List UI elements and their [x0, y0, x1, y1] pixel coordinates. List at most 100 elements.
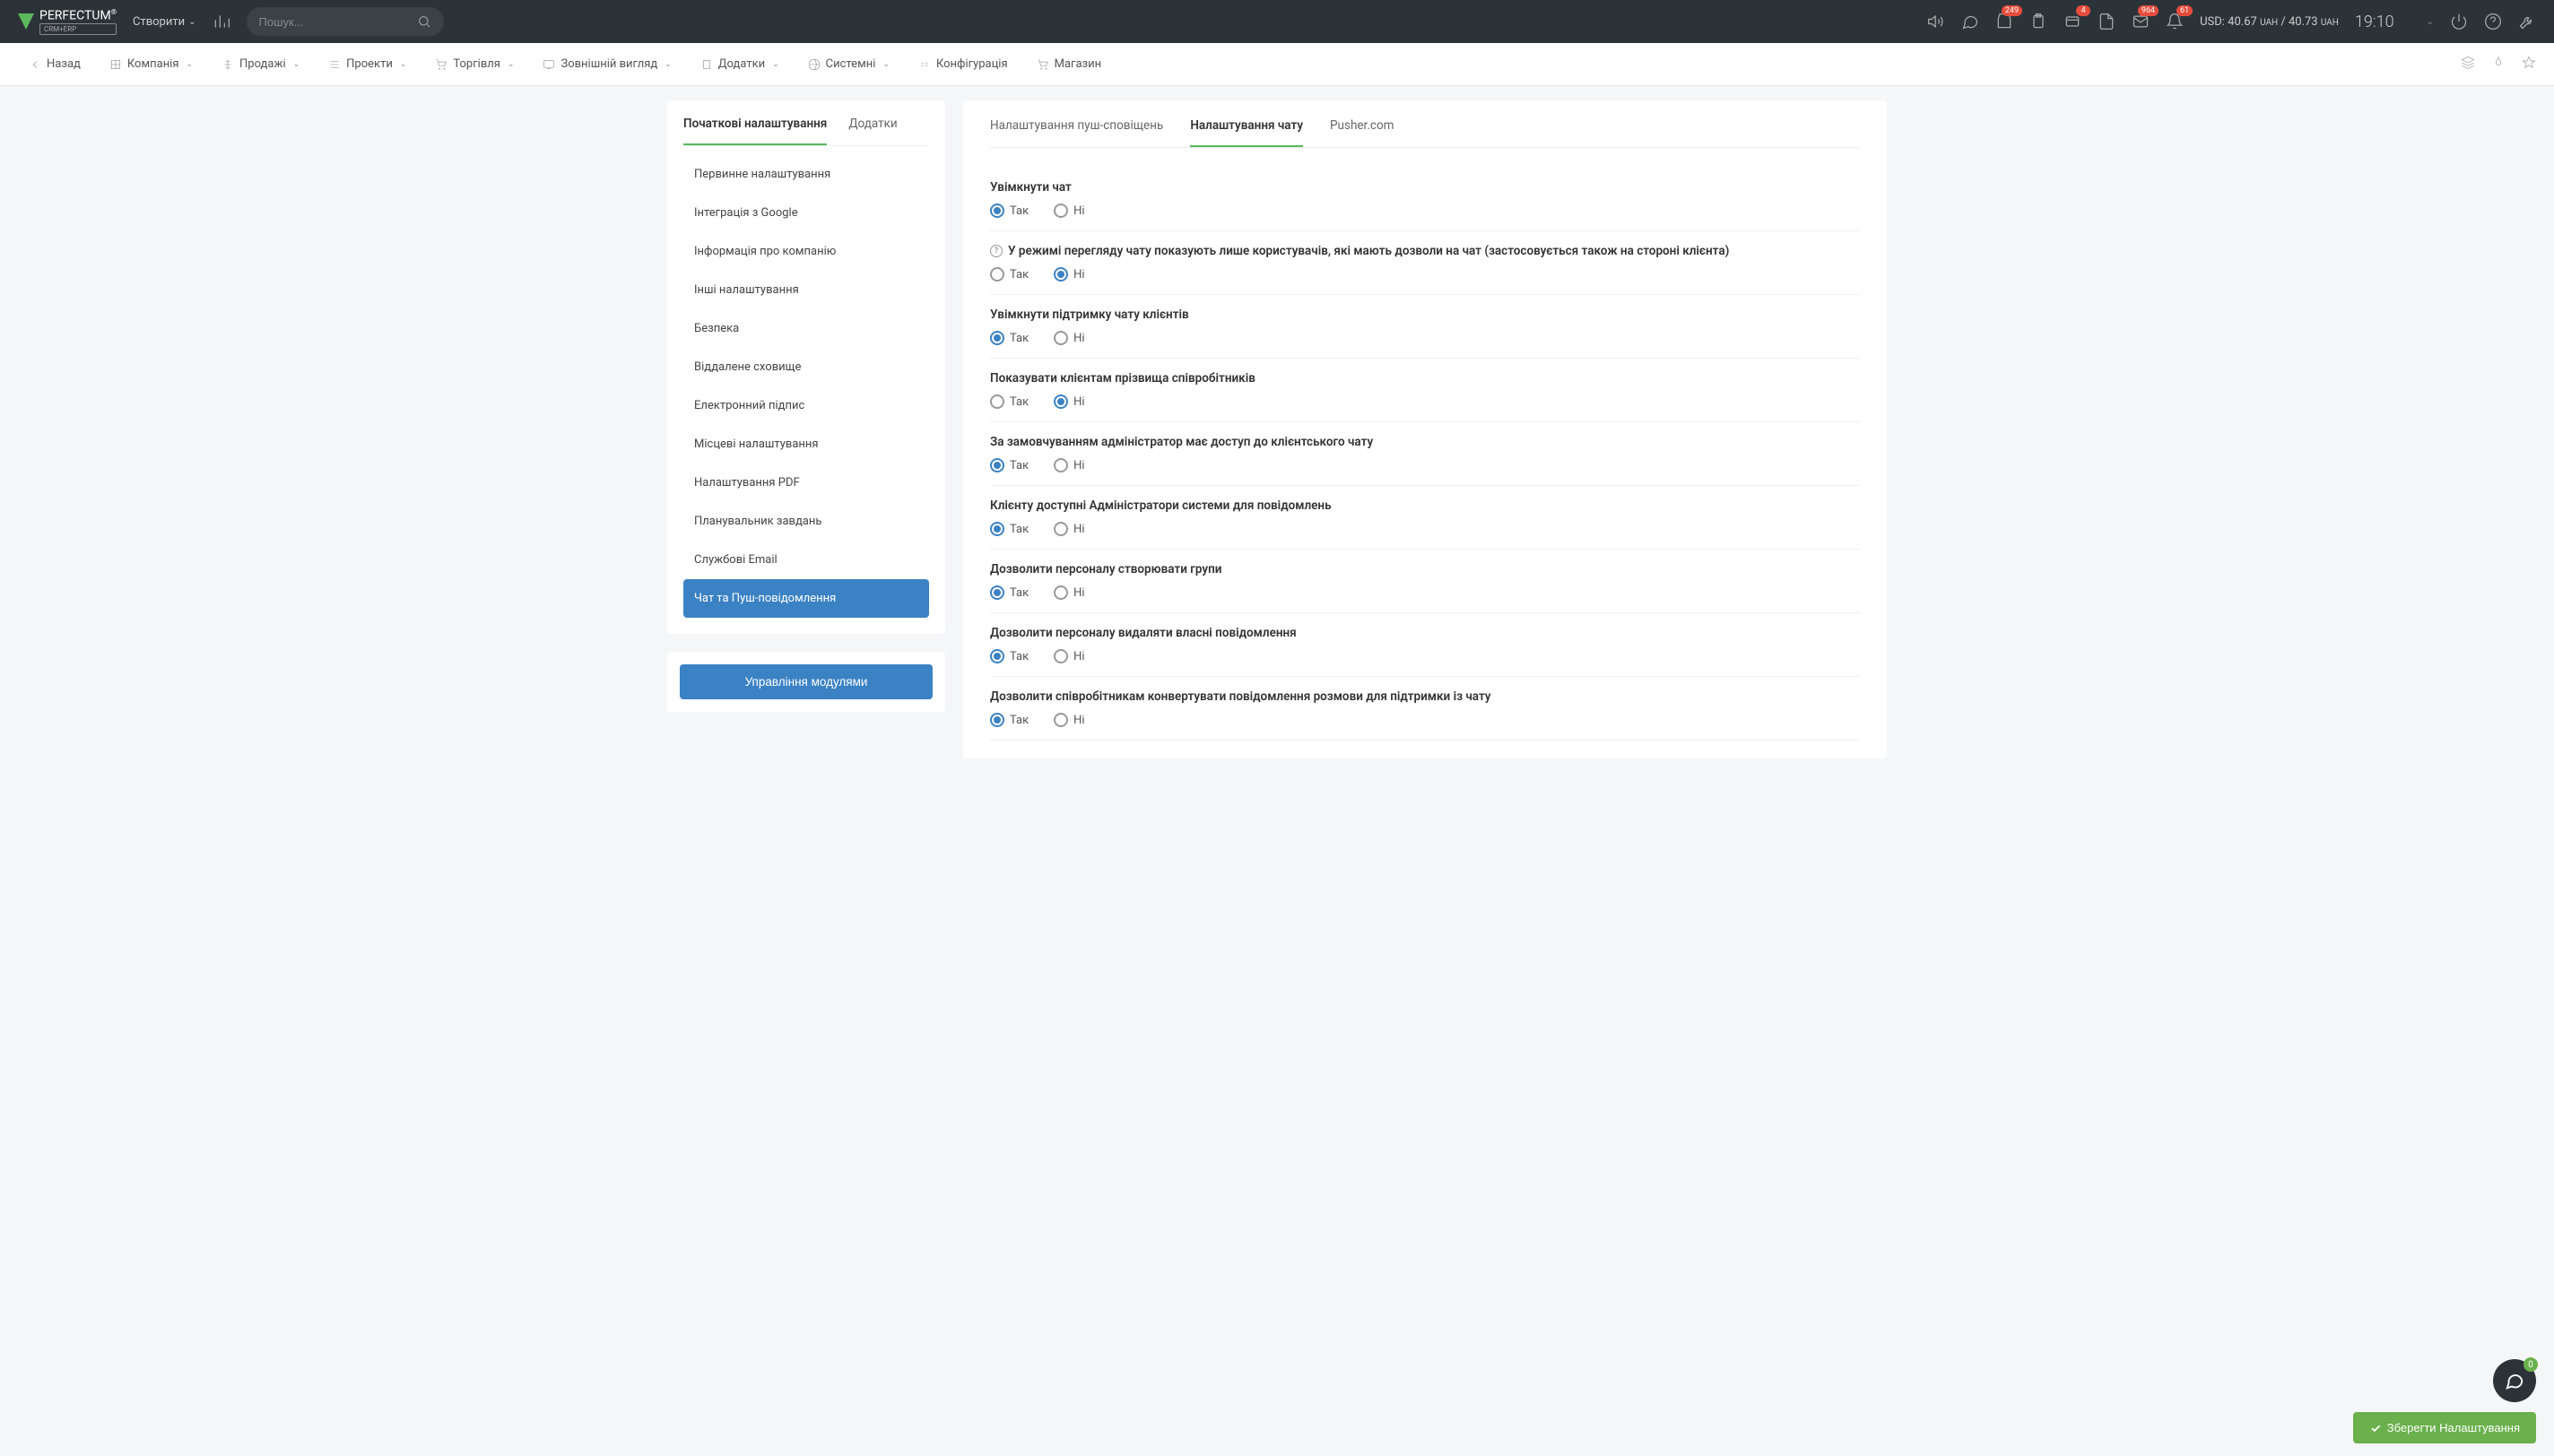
- wrench-icon[interactable]: [2518, 13, 2536, 30]
- currency-display: USD: 40.67 UAH / 40.73 UAH: [2200, 15, 2339, 29]
- stats-icon[interactable]: [213, 13, 230, 30]
- sidebar-item[interactable]: Безпека: [683, 309, 929, 348]
- radio-option-no[interactable]: Ні: [1054, 394, 1084, 409]
- nav-store[interactable]: Магазин: [1026, 43, 1113, 85]
- help-icon[interactable]: [2484, 13, 2502, 30]
- radio-option-yes[interactable]: Так: [990, 649, 1029, 663]
- sidebar-tabs: Початкові налаштування Додатки: [683, 117, 929, 146]
- tab-chat[interactable]: Налаштування чату: [1190, 118, 1303, 147]
- setting-row: Дозволити персоналу видаляти власні пові…: [990, 613, 1860, 677]
- radio-icon: [1054, 522, 1068, 536]
- radio-option-no[interactable]: Ні: [1054, 522, 1084, 536]
- sidebar-item[interactable]: Налаштування PDF: [683, 464, 929, 502]
- nav-projects[interactable]: Проекти: [317, 43, 417, 85]
- inbox-icon[interactable]: 249: [1995, 13, 2013, 30]
- chat-fab[interactable]: 0: [2493, 1359, 2536, 1402]
- sidebar-item[interactable]: Електронний підпис: [683, 386, 929, 425]
- nav-company[interactable]: Компанія: [99, 43, 204, 85]
- nav-sales[interactable]: Продажі: [211, 43, 310, 85]
- doc-icon[interactable]: [2098, 13, 2115, 30]
- radio-group: Так Ні: [990, 267, 1860, 282]
- radio-option-no[interactable]: Ні: [1054, 713, 1084, 727]
- setting-label: ?У режимі перегляду чату показують лише …: [990, 244, 1860, 258]
- radio-option-yes[interactable]: Так: [990, 713, 1029, 727]
- sound-icon[interactable]: [1927, 13, 1945, 30]
- radio-group: Так Ні: [990, 394, 1860, 409]
- bell-icon[interactable]: 61: [2166, 13, 2184, 30]
- radio-icon: [990, 331, 1004, 345]
- sidebar-item[interactable]: Службові Email: [683, 541, 929, 579]
- sidebar-card: Початкові налаштування Додатки Первинне …: [667, 100, 945, 634]
- power-icon[interactable]: [2450, 13, 2468, 30]
- nav-appearance[interactable]: Зовнішній вигляд: [532, 43, 682, 85]
- radio-option-yes[interactable]: Так: [990, 522, 1029, 536]
- logo-text: PERFECTUM: [39, 9, 111, 23]
- sidebar-item[interactable]: Інші налаштування: [683, 271, 929, 309]
- search-icon[interactable]: [417, 13, 431, 30]
- setting-label: Дозволити персоналу видаляти власні пові…: [990, 626, 1860, 640]
- setting-label: Показувати клієнтам прізвища співробітни…: [990, 371, 1860, 386]
- nav-addons[interactable]: Додатки: [690, 43, 790, 85]
- user-chevron-icon[interactable]: ⌄: [2427, 17, 2434, 27]
- messages-badge: 4: [2076, 5, 2090, 16]
- search-input[interactable]: [259, 15, 417, 29]
- setting-row: Дозволити персоналу створювати групиТакН…: [990, 550, 1860, 613]
- help-tooltip-icon[interactable]: ?: [990, 245, 1003, 257]
- sidebar-item[interactable]: Первинне налаштування: [683, 155, 929, 194]
- tab-push[interactable]: Налаштування пуш-сповіщень: [990, 118, 1163, 147]
- nav-back[interactable]: Назад: [18, 43, 91, 85]
- tab-pusher[interactable]: Pusher.com: [1330, 118, 1394, 147]
- setting-label: Увімкнути підтримку чату клієнтів: [990, 308, 1860, 322]
- radio-option-no[interactable]: Ні: [1054, 331, 1084, 345]
- radio-group: Так Ні: [990, 331, 1860, 345]
- layers-icon[interactable]: [2461, 56, 2475, 74]
- radio-option-no[interactable]: Ні: [1054, 458, 1084, 472]
- star-icon[interactable]: [2522, 56, 2536, 74]
- sidebar-item[interactable]: Інформація про компанію: [683, 232, 929, 271]
- radio-option-yes[interactable]: Так: [990, 458, 1029, 472]
- nav-trade[interactable]: Торгівля: [424, 43, 525, 85]
- radio-icon: [1054, 394, 1068, 409]
- chat-fab-badge: 0: [2524, 1357, 2538, 1372]
- sidebar-item[interactable]: Місцеві налаштування: [683, 425, 929, 464]
- radio-icon: [990, 649, 1004, 663]
- flame-icon[interactable]: [2491, 56, 2506, 74]
- sidebar-item[interactable]: Чат та Пуш-повідомлення: [683, 579, 929, 618]
- sidebar-item[interactable]: Віддалене сховище: [683, 348, 929, 386]
- messages-icon[interactable]: 4: [2063, 13, 2081, 30]
- chat-icon[interactable]: [1961, 13, 1979, 30]
- radio-option-yes[interactable]: Так: [990, 204, 1029, 218]
- header-icons: 249 4 964 61 USD: 40.67 UAH / 40.73 UAH …: [1927, 13, 2536, 31]
- content: Налаштування пуш-сповіщень Налаштування …: [963, 100, 1887, 758]
- clipboard-icon[interactable]: [2029, 13, 2047, 30]
- sidebar-tab-addons[interactable]: Додатки: [848, 117, 897, 145]
- nav-config[interactable]: Конфігурація: [908, 43, 1019, 85]
- create-button[interactable]: Створити: [133, 15, 196, 29]
- nav-system[interactable]: Системні: [797, 43, 900, 85]
- radio-icon: [1054, 331, 1068, 345]
- mail-icon[interactable]: 964: [2132, 13, 2150, 30]
- logo[interactable]: PERFECTUM® CRM+ERP: [18, 8, 117, 35]
- sidebar-tab-initial[interactable]: Початкові налаштування: [683, 117, 827, 145]
- radio-option-yes[interactable]: Так: [990, 331, 1029, 345]
- radio-group: Так Ні: [990, 522, 1860, 536]
- save-button[interactable]: Зберегти Налаштування: [2353, 1412, 2536, 1443]
- radio-option-no[interactable]: Ні: [1054, 585, 1084, 600]
- setting-row: За замовчуванням адміністратор має досту…: [990, 422, 1860, 486]
- content-tabs: Налаштування пуш-сповіщень Налаштування …: [990, 118, 1860, 148]
- setting-row: Дозволити співробітникам конвертувати по…: [990, 677, 1860, 741]
- radio-group: Так Ні: [990, 713, 1860, 727]
- radio-option-no[interactable]: Ні: [1054, 204, 1084, 218]
- radio-icon: [1054, 713, 1068, 727]
- radio-option-yes[interactable]: Так: [990, 585, 1029, 600]
- setting-row: Показувати клієнтам прізвища співробітни…: [990, 359, 1860, 422]
- radio-option-no[interactable]: Ні: [1054, 649, 1084, 663]
- radio-icon: [1054, 267, 1068, 282]
- sidebar-item[interactable]: Інтеграція з Google: [683, 194, 929, 232]
- modules-button[interactable]: Управління модулями: [680, 664, 933, 699]
- radio-option-no[interactable]: Ні: [1054, 267, 1084, 282]
- sidebar-item[interactable]: Планувальник завдань: [683, 502, 929, 541]
- radio-option-yes[interactable]: Так: [990, 394, 1029, 409]
- radio-icon: [1054, 649, 1068, 663]
- radio-option-yes[interactable]: Так: [990, 267, 1029, 282]
